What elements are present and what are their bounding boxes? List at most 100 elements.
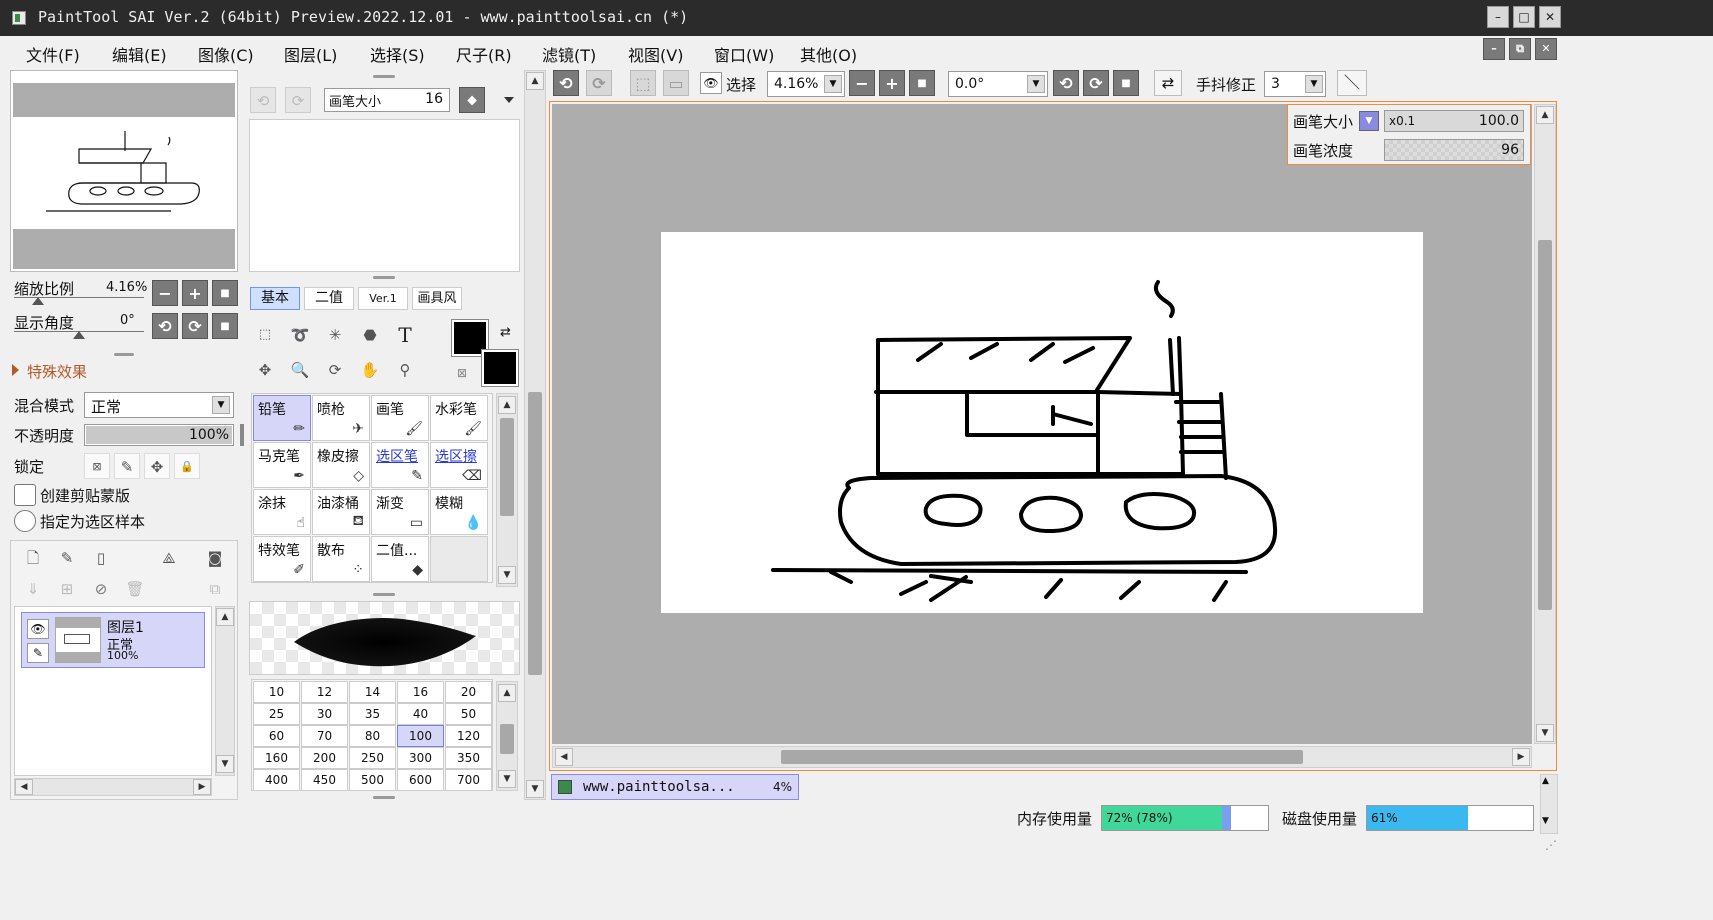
tool-eraser[interactable]: 橡皮擦 ◇ (312, 442, 370, 488)
menu-window[interactable]: 窗口(W) (714, 42, 774, 66)
redo-button[interactable]: ⟳ (586, 70, 612, 96)
lock-paint-icon[interactable]: ✎ (114, 453, 140, 479)
layer-scroll-up-button[interactable]: ▲ (216, 608, 234, 626)
deselect-button[interactable]: ⬚ (630, 70, 656, 96)
tool-pencil[interactable]: 铅笔 ✏ (253, 395, 311, 441)
angle-slider-handle[interactable] (73, 331, 85, 339)
stabilizer-select[interactable]: 3 ▼ (1264, 71, 1326, 97)
canvas-scroll-up-button[interactable]: ▲ (1536, 106, 1554, 124)
canvas-vscroll-thumb[interactable] (1538, 240, 1552, 610)
menu-layer[interactable]: 图层(L) (284, 42, 337, 66)
tool-gradient[interactable]: 渐变 ▭ (371, 489, 429, 535)
minimize-button[interactable]: – (1487, 6, 1509, 28)
tool-blur[interactable]: 模糊 💧 (430, 489, 488, 535)
canvas-rotate-left-button[interactable]: ⟲ (1053, 70, 1079, 96)
doc-restore-button[interactable]: ⧉ (1509, 38, 1531, 60)
brush-size-preset[interactable]: 10 (253, 681, 300, 703)
brush-size-preset[interactable]: 14 (349, 681, 396, 703)
panel-splitter[interactable] (373, 796, 395, 799)
brush-size-preset[interactable]: 600 (397, 769, 444, 791)
canvas-scroll-left-button[interactable]: ◀ (555, 748, 573, 766)
transparent-color-icon[interactable]: ⊠ (457, 366, 467, 380)
tool-smudge[interactable]: 涂抹 ☝ (253, 489, 311, 535)
new-folder-icon[interactable]: ▯ (88, 545, 114, 571)
brush-size-preset[interactable]: 50 (445, 703, 492, 725)
move-icon[interactable]: ✥ (252, 357, 278, 383)
panel-scroll-up-button[interactable]: ▲ (526, 72, 544, 90)
brush-size-preset[interactable]: 100 (397, 725, 444, 747)
tool-scroll-up-button[interactable]: ▲ (498, 396, 516, 414)
panel-scroll-down-button[interactable]: ▼ (526, 780, 544, 798)
canvas-hscroll-thumb[interactable] (781, 750, 1303, 764)
redo-brush-icon[interactable]: ⟳ (285, 87, 311, 113)
tool-scatter[interactable]: 散布 ⁘ (312, 536, 370, 582)
brush-size-preset[interactable]: 700 (445, 769, 492, 791)
tool-bucket[interactable]: 油漆桶 ⛾ (312, 489, 370, 535)
doc-tabs-down-icon[interactable]: ▼ (1542, 816, 1549, 826)
zoom-out-button[interactable]: − (152, 280, 178, 306)
tool-selection-eraser[interactable]: 选区擦 ⌫ (430, 442, 488, 488)
brush-size-preset[interactable]: 16 (397, 681, 444, 703)
brush-size-preset[interactable]: 30 (301, 703, 348, 725)
zoom-tool-icon[interactable]: 🔍 (287, 357, 313, 383)
clip-mask-checkbox[interactable] (14, 484, 36, 506)
panel-splitter[interactable] (373, 75, 395, 78)
canvas-scroll-right-button[interactable]: ▶ (1512, 748, 1530, 766)
canvas-zoom-in-button[interactable]: + (879, 70, 905, 96)
brush-size-preset[interactable]: 80 (349, 725, 396, 747)
size-scroll-down-button[interactable]: ▼ (498, 770, 516, 788)
tool-fx-pen[interactable]: 特效笔 ✐ (253, 536, 311, 582)
brush-size-preset[interactable]: 120 (445, 725, 492, 747)
canvas-document[interactable] (661, 232, 1423, 613)
zoom-slider-handle[interactable] (32, 297, 44, 305)
close-button[interactable]: ✕ (1539, 6, 1561, 28)
lock-transparency-icon[interactable]: ⊠ (84, 453, 110, 479)
transfer-down-icon[interactable]: ⇓ (20, 576, 46, 602)
brush-size-preset[interactable]: 70 (301, 725, 348, 747)
tool-marker[interactable]: 马克笔 ✒ (253, 442, 311, 488)
layer-scroll-right-button[interactable]: ▶ (193, 779, 211, 795)
tool-binary-pen[interactable]: 二值... ◆ (371, 536, 429, 582)
opacity-slider-knob[interactable] (240, 424, 244, 446)
eraser-toggle-button[interactable]: ⬥ (459, 87, 485, 113)
layer-row[interactable]: 👁 ✎ 图层1 正常 100% (21, 612, 205, 668)
eyedropper-icon[interactable]: ⚲ (392, 357, 418, 383)
maximize-button[interactable]: □ (1513, 6, 1535, 28)
layer-more-icon[interactable]: ⧉ (202, 576, 228, 602)
overlay-size-slider[interactable]: x0.1 100.0 (1384, 110, 1524, 132)
undo-brush-icon[interactable]: ⟲ (250, 87, 276, 113)
tab-ver1[interactable]: Ver.1 (358, 287, 408, 310)
lock-move-icon[interactable]: ✥ (144, 453, 170, 479)
overlay-size-multiplier-button[interactable]: ▼ (1359, 111, 1379, 131)
rotate-tool-icon[interactable]: ⟳ (322, 357, 348, 383)
layer-scroll-left-button[interactable]: ◀ (15, 779, 33, 795)
brush-size-preset[interactable]: 35 (349, 703, 396, 725)
brush-size-preset[interactable]: 450 (301, 769, 348, 791)
brush-size-preset[interactable]: 160 (253, 747, 300, 769)
invert-selection-button[interactable]: ▭ (663, 70, 689, 96)
opacity-slider[interactable]: 100% (84, 424, 234, 446)
rotate-reset-button[interactable]: ■ (212, 313, 238, 339)
brush-size-preset[interactable]: 12 (301, 681, 348, 703)
layer-scroll-down-button[interactable]: ▼ (216, 755, 234, 773)
menu-select[interactable]: 选择(S) (370, 42, 425, 66)
menu-edit[interactable]: 编辑(E) (112, 42, 167, 66)
menu-other[interactable]: 其他(O) (800, 42, 857, 66)
menu-file[interactable]: 文件(F) (26, 42, 80, 66)
clip-mask-label[interactable]: 创建剪贴蒙版 (40, 485, 130, 506)
size-scroll-up-button[interactable]: ▲ (498, 684, 516, 702)
brush-size-field[interactable]: 画笔大小 16 (324, 88, 450, 112)
effects-label[interactable]: 特殊效果 (27, 361, 87, 382)
tab-binary[interactable]: 二值 (304, 287, 354, 310)
resize-grip-icon[interactable]: ⋰ (1545, 838, 1557, 852)
clear-layer-icon[interactable]: ⊘ (88, 576, 114, 602)
doc-minimize-button[interactable]: – (1483, 38, 1505, 60)
brush-size-preset[interactable]: 40 (397, 703, 444, 725)
lasso-icon[interactable]: ➰ (287, 322, 313, 348)
doc-close-button[interactable]: ✕ (1535, 38, 1557, 60)
selection-sample-radio[interactable] (14, 510, 36, 532)
panel-scroll-thumb[interactable] (528, 392, 542, 675)
mask-icon[interactable]: ◙ (202, 545, 228, 571)
selection-visibility-eye-icon[interactable]: 👁 (700, 72, 722, 94)
layer-effect-icon[interactable]: ⟁ (156, 545, 182, 571)
